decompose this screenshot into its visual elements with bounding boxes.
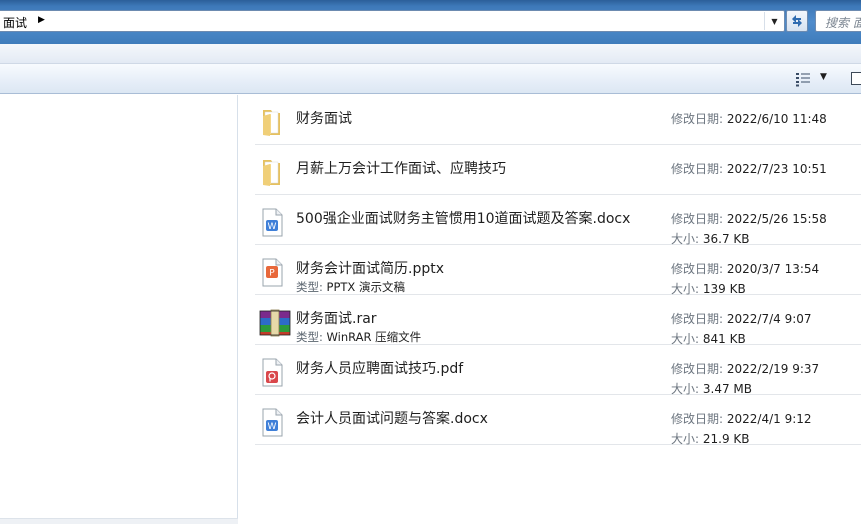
address-bar[interactable]: 面试 ▶ ▼ (0, 10, 785, 32)
list-item[interactable]: 财务面试 修改日期: 2022/6/10 11:48 (255, 95, 861, 145)
modified-date: 修改日期: 2022/2/19 9:37 (671, 362, 820, 376)
triangle-right-icon[interactable]: ▶ (38, 15, 45, 25)
word-doc-icon: W (258, 207, 286, 237)
title-bar: 面试 ▶ ▼ 搜索 面 (0, 0, 861, 44)
pdf-doc-icon (258, 357, 286, 387)
svg-text:P: P (269, 269, 275, 279)
file-name[interactable]: 会计人员面试问题与答案.docx (296, 408, 488, 428)
file-name[interactable]: 财务人员应聘面试技巧.pdf (296, 358, 463, 378)
modified-date: 修改日期: 2022/7/23 10:51 (671, 162, 827, 176)
modified-date: 修改日期: 2022/5/26 15:58 (671, 212, 827, 226)
navigation-pane[interactable] (0, 95, 238, 524)
horizontal-scrollbar[interactable] (0, 518, 238, 524)
modified-date: 修改日期: 2022/6/10 11:48 (671, 112, 827, 126)
word-doc-icon: W (258, 407, 286, 437)
menu-bar (0, 44, 861, 64)
file-name[interactable]: 月薪上万会计工作面试、应聘技巧 (296, 158, 506, 178)
file-name[interactable]: 财务会计面试简历.pptx (296, 258, 444, 278)
svg-text:W: W (268, 422, 277, 432)
list-item[interactable]: 月薪上万会计工作面试、应聘技巧 修改日期: 2022/7/23 10:51 (255, 145, 861, 195)
file-list: 财务面试 修改日期: 2022/6/10 11:48 月薪上万会计工作面试、应聘… (239, 95, 861, 524)
preview-pane-icon[interactable] (851, 72, 861, 85)
details-view-icon[interactable] (795, 71, 811, 87)
command-bar: ▼ (0, 64, 861, 94)
file-name[interactable]: 财务面试.rar (296, 308, 377, 328)
folder-icon (258, 107, 286, 137)
list-item[interactable]: W 会计人员面试问题与答案.docx 修改日期: 2022/4/1 9:12 大… (255, 395, 861, 446)
file-name[interactable]: 500强企业面试财务主管惯用10道面试题及答案.docx (296, 208, 630, 228)
refresh-icon[interactable] (786, 10, 808, 32)
modified-date: 修改日期: 2020/3/7 13:54 (671, 262, 820, 276)
file-type: 类型: WinRAR 压缩文件 (296, 330, 422, 344)
breadcrumb-segment[interactable]: 面试 (3, 14, 27, 31)
search-input[interactable]: 搜索 面 (815, 10, 861, 32)
ppt-doc-icon: P (258, 257, 286, 287)
file-size: 大小: 21.9 KB (671, 432, 750, 446)
rar-archive-icon (258, 307, 291, 337)
chevron-down-icon[interactable]: ▼ (820, 72, 827, 82)
file-name[interactable]: 财务面试 (296, 108, 352, 128)
folder-icon (258, 157, 286, 187)
list-item[interactable]: 财务人员应聘面试技巧.pdf 修改日期: 2022/2/19 9:37 大小: … (255, 345, 861, 396)
modified-date: 修改日期: 2022/7/4 9:07 (671, 312, 812, 326)
chevron-down-icon[interactable]: ▼ (764, 12, 784, 30)
list-item[interactable]: 财务面试.rar 类型: WinRAR 压缩文件 修改日期: 2022/7/4 … (255, 295, 861, 346)
file-type: 类型: PPTX 演示文稿 (296, 280, 405, 294)
search-placeholder: 搜索 面 (825, 16, 861, 30)
list-item[interactable]: P 财务会计面试简历.pptx 类型: PPTX 演示文稿 修改日期: 2020… (255, 245, 861, 296)
svg-text:W: W (268, 222, 277, 232)
modified-date: 修改日期: 2022/4/1 9:12 (671, 412, 812, 426)
list-item[interactable]: W 500强企业面试财务主管惯用10道面试题及答案.docx 修改日期: 202… (255, 195, 861, 246)
